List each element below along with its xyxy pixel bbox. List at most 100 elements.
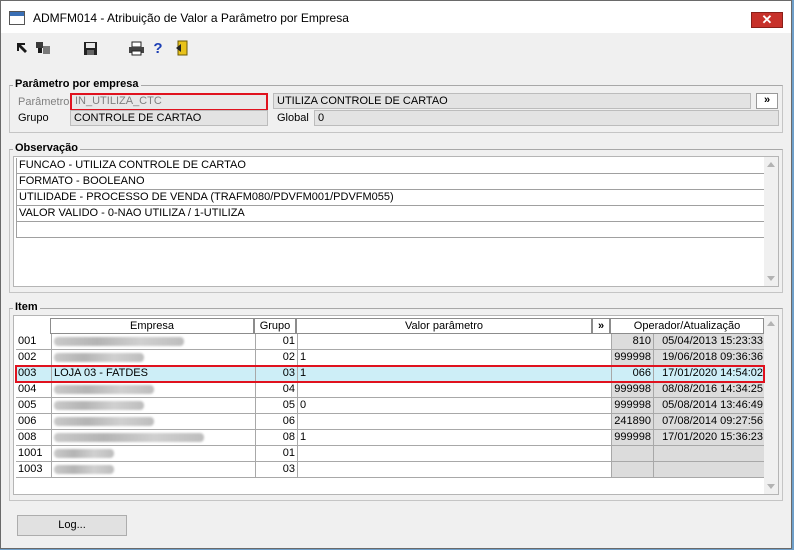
cell-valor[interactable] (298, 446, 612, 462)
window-title: ADMFM014 - Atribuição de Valor a Parâmet… (33, 11, 349, 25)
scroll-down-icon[interactable] (767, 276, 775, 281)
observacao-scrollbar[interactable] (764, 157, 778, 286)
redacted-company-name (54, 336, 184, 346)
cell-grupo: 01 (256, 446, 298, 462)
exit-door-icon[interactable] (173, 39, 191, 57)
cell-grupo: 04 (256, 382, 298, 398)
cell-code: 006 (16, 414, 52, 430)
cell-grupo: 08 (256, 430, 298, 446)
close-button[interactable]: ✕ (751, 12, 783, 28)
redacted-company-name (54, 432, 204, 442)
cell-name (52, 382, 256, 398)
table-row[interactable]: 006 06 241890 07/08/2014 09:27:56 (16, 414, 766, 430)
cell-name (52, 350, 256, 366)
cell-code: 1001 (16, 446, 52, 462)
cell-grupo: 03 (256, 462, 298, 478)
table-row[interactable]: 1001 01 (16, 446, 766, 462)
param-group-title: Parâmetro por empresa (13, 78, 141, 90)
redacted-company-name (54, 384, 154, 394)
printer-icon[interactable] (127, 39, 145, 57)
cell-valor[interactable] (298, 334, 612, 350)
table-row[interactable]: 005 05 0 999998 05/08/2014 13:46:49 (16, 398, 766, 414)
observacao-line: VALOR VALIDO - 0-NAO UTILIZA / 1-UTILIZA (16, 206, 766, 222)
cell-name (52, 446, 256, 462)
cell-data: 05/08/2014 13:46:49 (654, 398, 766, 414)
redacted-company-name (54, 352, 144, 362)
table-row[interactable]: 004 04 999998 08/08/2016 14:34:25 (16, 382, 766, 398)
parametro-label: Parâmetro (18, 96, 70, 108)
global-field: 0 (314, 110, 779, 126)
cell-data (654, 446, 766, 462)
header-valor-parametro[interactable]: Valor parâmetro (296, 318, 592, 334)
table-row[interactable]: 1003 03 (16, 462, 766, 478)
cell-data: 17/01/2020 14:54:02 (654, 366, 766, 382)
help-icon[interactable]: ? (149, 39, 167, 57)
cell-operador: 066 (612, 366, 654, 382)
table-row[interactable]: 008 08 1 999998 17/01/2020 15:36:23 (16, 430, 766, 446)
cell-grupo: 03 (256, 366, 298, 382)
title-bar: ADMFM014 - Atribuição de Valor a Parâmet… (1, 1, 791, 33)
scroll-up-icon[interactable] (767, 162, 775, 167)
observacao-group-title: Observação (13, 142, 80, 154)
cell-name (52, 462, 256, 478)
redacted-company-name (54, 400, 144, 410)
scroll-down-icon[interactable] (767, 484, 775, 489)
item-grid-scrollbar[interactable] (764, 316, 778, 494)
cell-operador: 999998 (612, 382, 654, 398)
cell-name (52, 398, 256, 414)
cell-operador: 810 (612, 334, 654, 350)
cell-data: 19/06/2018 09:36:36 (654, 350, 766, 366)
pointer-arrow-icon[interactable] (13, 39, 31, 57)
cell-operador: 999998 (612, 430, 654, 446)
item-grid: Empresa Grupo Valor parâmetro » Operador… (13, 315, 779, 495)
grid-icon[interactable] (34, 39, 52, 57)
cell-grupo: 01 (256, 334, 298, 350)
cell-valor[interactable] (298, 414, 612, 430)
table-row[interactable]: 002 02 1 999998 19/06/2018 09:36:36 (16, 350, 766, 366)
cell-name (52, 414, 256, 430)
cell-grupo: 06 (256, 414, 298, 430)
redacted-company-name (54, 416, 154, 426)
table-row[interactable]: 003 LOJA 03 - FATDES 03 1 066 17/01/2020 14:5… (16, 366, 766, 382)
cell-name (52, 334, 256, 350)
floppy-save-icon[interactable] (81, 39, 99, 57)
cell-valor[interactable]: 1 (298, 366, 612, 382)
global-label: Global (277, 112, 309, 124)
cell-code: 004 (16, 382, 52, 398)
cell-operador: 999998 (612, 398, 654, 414)
cell-name (52, 430, 256, 446)
observacao-text-area[interactable]: FUNCAO - UTILIZA CONTROLE DE CARTAO FORM… (13, 156, 779, 287)
header-expand-button[interactable]: » (592, 318, 610, 334)
cell-data: 07/08/2014 09:27:56 (654, 414, 766, 430)
table-row[interactable]: 001 01 810 05/04/2013 15:23:33 (16, 334, 766, 350)
cell-data: 17/01/2020 15:36:23 (654, 430, 766, 446)
cell-grupo: 05 (256, 398, 298, 414)
observacao-line: FORMATO - BOOLEANO (16, 174, 766, 190)
header-operador-atualizacao[interactable]: Operador/Atualização (610, 318, 764, 334)
cell-data (654, 462, 766, 478)
cell-valor[interactable] (298, 382, 612, 398)
parametro-input[interactable]: IN_UTILIZA_CTC (70, 93, 268, 111)
grupo-field: CONTROLE DE CARTAO (70, 110, 268, 126)
cell-valor[interactable] (298, 462, 612, 478)
log-button[interactable]: Log... (17, 515, 127, 536)
scroll-up-icon[interactable] (767, 321, 775, 326)
cell-data: 08/08/2016 14:34:25 (654, 382, 766, 398)
cell-valor[interactable]: 0 (298, 398, 612, 414)
cell-valor[interactable]: 1 (298, 430, 612, 446)
cell-valor[interactable]: 1 (298, 350, 612, 366)
cell-operador (612, 462, 654, 478)
cell-code: 002 (16, 350, 52, 366)
parametro-lookup-button[interactable]: » (756, 93, 778, 109)
redacted-company-name (54, 448, 114, 458)
cell-data: 05/04/2013 15:23:33 (654, 334, 766, 350)
redacted-company-name (54, 464, 114, 474)
cell-operador (612, 446, 654, 462)
observacao-line: UTILIDADE - PROCESSO DE VENDA (TRAFM080/… (16, 190, 766, 206)
parametro-description-field: UTILIZA CONTROLE DE CARTAO (273, 93, 751, 109)
header-empresa[interactable]: Empresa (50, 318, 254, 334)
app-window-icon (9, 11, 25, 25)
cell-name: LOJA 03 - FATDES (52, 366, 256, 382)
cell-operador: 999998 (612, 350, 654, 366)
header-grupo[interactable]: Grupo (254, 318, 296, 334)
